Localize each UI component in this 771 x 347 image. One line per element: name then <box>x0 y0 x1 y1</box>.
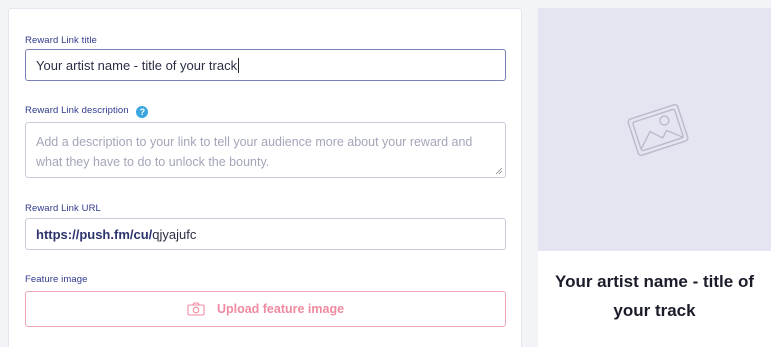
description-textarea[interactable]: Add a description to your link to tell y… <box>25 122 506 178</box>
description-label-text: Reward Link description <box>25 105 129 116</box>
reward-link-editor: Reward Link title Your artist name - tit… <box>0 0 771 347</box>
reward-link-form: Reward Link title Your artist name - tit… <box>8 8 522 347</box>
title-input-value: Your artist name - title of your track <box>36 57 238 73</box>
text-caret <box>238 57 240 73</box>
resize-handle-icon[interactable] <box>495 167 503 175</box>
url-prefix: https://push.fm/cu/ <box>36 226 153 242</box>
link-preview: Your artist name - title of your track <box>538 8 771 347</box>
title-field-label: Reward Link title <box>25 35 97 46</box>
feature-image-label: Feature image <box>25 274 88 285</box>
url-input[interactable]: https://push.fm/cu/qjyajufc <box>25 218 506 250</box>
description-placeholder: Add a description to your link to tell y… <box>36 135 473 169</box>
title-input[interactable]: Your artist name - title of your track <box>25 49 506 81</box>
upload-feature-image-button[interactable]: Upload feature image <box>25 291 506 327</box>
camera-icon <box>187 302 205 316</box>
image-placeholder-icon <box>627 103 689 156</box>
description-field-label: Reward Link description ? <box>25 105 149 118</box>
upload-label: Upload feature image <box>216 302 345 316</box>
preview-title: Your artist name - title of your track <box>555 272 754 320</box>
url-field-label: Reward Link URL <box>25 203 101 214</box>
preview-image <box>538 8 771 251</box>
url-slug: qjyajufc <box>152 226 197 242</box>
question-circle-icon[interactable]: ? <box>136 106 149 118</box>
